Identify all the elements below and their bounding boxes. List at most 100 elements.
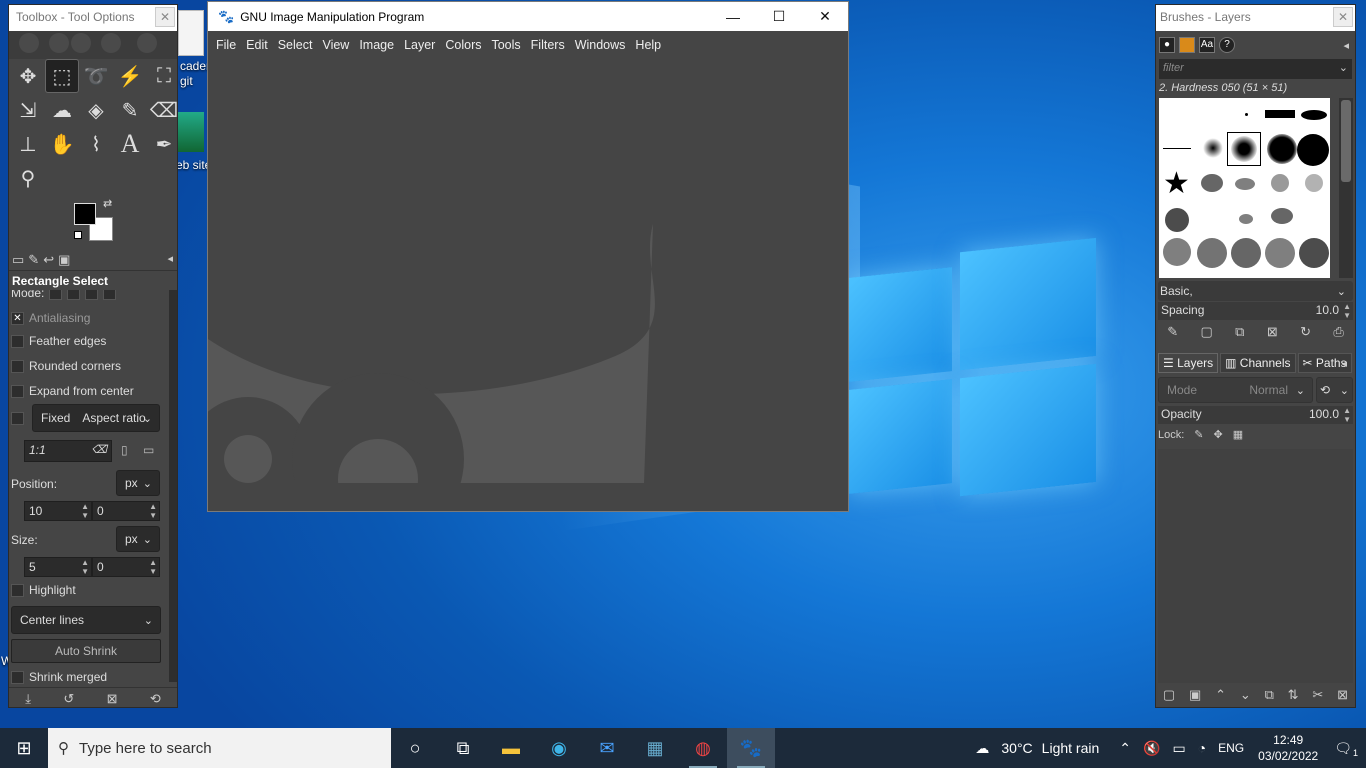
mode-replace-icon[interactable] bbox=[49, 290, 63, 300]
zoom-tool-icon[interactable]: ⚲ bbox=[11, 161, 45, 195]
dock-menu-icon[interactable]: ◂ bbox=[1343, 39, 1349, 52]
battery-icon[interactable]: ▭ bbox=[1166, 740, 1191, 757]
expand-checkbox[interactable] bbox=[11, 384, 24, 398]
menu-colors[interactable]: Colors bbox=[440, 38, 486, 52]
menu-filters[interactable]: Filters bbox=[526, 38, 570, 52]
antialiasing-row[interactable]: ✕ Antialiasing bbox=[11, 311, 90, 325]
rect-select-tool-icon[interactable]: ⬚ bbox=[45, 59, 79, 93]
menu-file[interactable]: File bbox=[211, 38, 241, 52]
weather-temp[interactable]: 30°C bbox=[995, 740, 1035, 756]
language-indicator[interactable]: ENG bbox=[1212, 741, 1250, 755]
new-brush-icon[interactable]: ▢ bbox=[1200, 324, 1212, 340]
tool-options-tab-icon[interactable]: ▭ bbox=[12, 252, 24, 268]
spin-arrows-icon[interactable]: ▲ ▼ bbox=[81, 502, 89, 520]
weather-icon[interactable]: ☁ bbox=[969, 740, 995, 757]
lasso-tool-icon[interactable]: ➰ bbox=[79, 59, 113, 93]
undo-history-tab-icon[interactable]: ↩ bbox=[43, 252, 54, 268]
new-layer-group-icon[interactable]: ▣ bbox=[1189, 687, 1201, 703]
warp-transform-tool-icon[interactable]: ☁ bbox=[45, 93, 79, 127]
fuzzy-select-tool-icon[interactable]: ⚡ bbox=[113, 59, 147, 93]
reset-options-icon[interactable]: ⟲ bbox=[150, 691, 161, 707]
lock-position-icon[interactable]: ✥ bbox=[1214, 428, 1223, 441]
file-explorer-icon[interactable]: ▬ bbox=[487, 728, 535, 768]
merge-layer-icon[interactable]: ⇅ bbox=[1288, 687, 1299, 703]
feather-checkbox[interactable] bbox=[11, 334, 24, 348]
menu-edit[interactable]: Edit bbox=[241, 38, 273, 52]
toolbox-titlebar[interactable]: Toolbox - Tool Options ✕ bbox=[9, 5, 177, 31]
spin-arrows-icon[interactable]: ▲ ▼ bbox=[1343, 302, 1351, 320]
windows-start-icon[interactable]: ⊞ bbox=[0, 728, 48, 768]
empty-canvas-area[interactable] bbox=[208, 59, 848, 483]
new-layer-icon[interactable]: ▢ bbox=[1163, 687, 1175, 703]
position-unit-combo[interactable]: px ⌄ bbox=[116, 470, 160, 496]
fixed-mode-combo[interactable]: Fixed Aspect ratio ⌄ bbox=[32, 404, 160, 432]
patterns-tab-icon[interactable] bbox=[1179, 37, 1195, 53]
clear-icon[interactable]: ⌫ bbox=[91, 443, 107, 456]
shrink-merged-row[interactable]: Shrink merged bbox=[11, 670, 107, 684]
dock-titlebar[interactable]: Brushes - Layers ✕ bbox=[1156, 5, 1355, 31]
brush-grid[interactable]: ★ bbox=[1159, 98, 1330, 278]
raise-layer-icon[interactable]: ⌃ bbox=[1215, 687, 1226, 703]
volume-muted-icon[interactable]: 🔇 bbox=[1137, 740, 1166, 757]
pos-y-field[interactable]: 0 ▲ ▼ bbox=[92, 501, 160, 521]
duplicate-layer-icon[interactable]: ⧉ bbox=[1265, 687, 1274, 703]
close-icon[interactable]: ✕ bbox=[155, 7, 175, 27]
auto-shrink-button[interactable]: Auto Shrink bbox=[11, 639, 161, 663]
foreground-color-swatch[interactable] bbox=[74, 203, 96, 225]
channels-tab[interactable]: ▥ Channels bbox=[1220, 353, 1296, 373]
pos-x-field[interactable]: 10 ▲ ▼ bbox=[24, 501, 92, 521]
layer-mode-combo[interactable]: Mode Normal ⌄ bbox=[1158, 377, 1313, 403]
chevron-up-icon[interactable]: ⌃ bbox=[1113, 740, 1137, 757]
spacing-field[interactable]: Spacing 10.0 ▲ ▼ bbox=[1158, 302, 1353, 320]
notification-icon[interactable]: 🗨 1 bbox=[1326, 740, 1366, 758]
landscape-icon[interactable]: ▭ bbox=[143, 443, 154, 457]
minimize-icon[interactable]: — bbox=[710, 2, 756, 31]
spin-arrows-icon[interactable]: ▲ ▼ bbox=[149, 558, 157, 576]
feather-row[interactable]: Feather edges bbox=[11, 334, 106, 348]
unified-transform-tool-icon[interactable]: ⇲ bbox=[11, 93, 45, 127]
eraser-tool-icon[interactable]: ⌫ bbox=[147, 93, 181, 127]
composite-mode-button[interactable]: ⟲ ⌄ bbox=[1316, 377, 1353, 403]
brushes-tab-icon[interactable]: ● bbox=[1159, 37, 1175, 53]
spin-arrows-icon[interactable]: ▲ ▼ bbox=[1343, 406, 1351, 424]
rounded-row[interactable]: Rounded corners bbox=[11, 359, 121, 373]
gimp-taskbar-icon[interactable]: 🐾 bbox=[727, 728, 775, 768]
fonts-tab-icon[interactable]: Aa bbox=[1199, 37, 1215, 53]
delete-layer-icon[interactable]: ⊠ bbox=[1337, 687, 1348, 703]
close-icon[interactable]: ✕ bbox=[1333, 7, 1353, 27]
dock-menu-icon[interactable]: ◂ bbox=[167, 252, 173, 265]
desktop-icon-label-1[interactable]: cader bbox=[180, 59, 210, 73]
duplicate-brush-icon[interactable]: ⧉ bbox=[1235, 324, 1244, 340]
menu-tools[interactable]: Tools bbox=[486, 38, 525, 52]
mode-add-icon[interactable] bbox=[67, 290, 81, 300]
lock-pixels-icon[interactable]: ✎ bbox=[1194, 428, 1203, 441]
brush-tag-combo[interactable]: Basic, ⌄ bbox=[1158, 281, 1353, 301]
layers-tab[interactable]: ☰ Layers bbox=[1158, 353, 1219, 373]
crop-tool-icon[interactable]: ⛶ bbox=[147, 59, 181, 93]
default-colors-icon[interactable] bbox=[74, 231, 82, 239]
paintbrush-tool-icon[interactable]: ✎ bbox=[113, 93, 147, 127]
images-tab-icon[interactable]: ▣ bbox=[58, 252, 70, 268]
lower-layer-icon[interactable]: ⌄ bbox=[1240, 687, 1251, 703]
dock-menu-icon[interactable]: ◂ bbox=[1337, 355, 1351, 372]
mode-subtract-icon[interactable] bbox=[85, 290, 99, 300]
menu-view[interactable]: View bbox=[317, 38, 354, 52]
menu-layer[interactable]: Layer bbox=[399, 38, 440, 52]
size-h-field[interactable]: 0 ▲ ▼ bbox=[92, 557, 160, 577]
guides-combo[interactable]: Center lines ⌄ bbox=[11, 606, 161, 634]
layer-mask-icon[interactable]: ✂ bbox=[1312, 687, 1323, 703]
mail-icon[interactable]: ✉ bbox=[583, 728, 631, 768]
cortana-icon[interactable]: ○ bbox=[391, 728, 439, 768]
save-options-icon[interactable]: ⤓ bbox=[25, 691, 31, 707]
desktop-icon-doc[interactable] bbox=[178, 10, 204, 56]
device-status-tab-icon[interactable]: ✎ bbox=[28, 252, 39, 268]
chrome-icon[interactable]: ◍ bbox=[679, 728, 727, 768]
spin-arrows-icon[interactable]: ▲ ▼ bbox=[149, 502, 157, 520]
refresh-brushes-icon[interactable]: ↻ bbox=[1300, 324, 1311, 340]
help-tab-icon[interactable]: ? bbox=[1219, 37, 1235, 53]
lock-alpha-icon[interactable]: ▦ bbox=[1233, 428, 1243, 441]
delete-options-icon[interactable]: ⊠ bbox=[107, 691, 118, 707]
highlight-row[interactable]: Highlight bbox=[11, 583, 76, 597]
portrait-icon[interactable]: ▯ bbox=[121, 443, 128, 457]
text-tool-icon[interactable]: A bbox=[113, 127, 147, 161]
